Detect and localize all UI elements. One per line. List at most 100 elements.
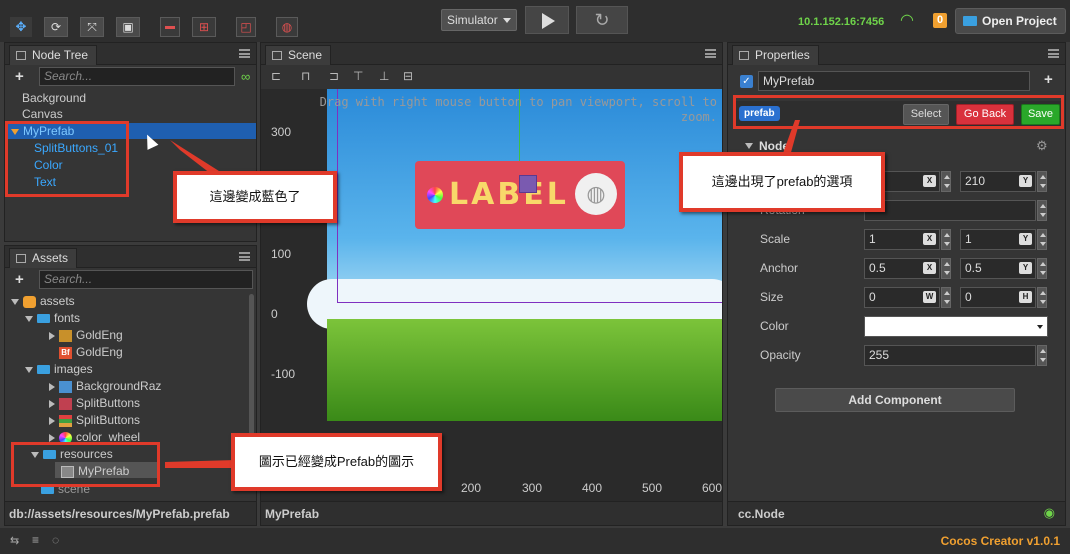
align-bottom-icon[interactable]: ⊟ xyxy=(403,69,413,83)
rect-tool-icon[interactable]: ▣ xyxy=(116,17,140,37)
eye-icon[interactable]: ◉ xyxy=(1044,505,1055,521)
align-toolbar: ⊏ ⊓ ⊐ ⊤ ⊥ ⊟ xyxy=(261,65,722,89)
expand-arrow-icon[interactable] xyxy=(11,298,19,305)
local-global-icon[interactable]: ▬ xyxy=(160,17,180,37)
node-search-input[interactable]: Search... xyxy=(39,67,235,86)
version-label: Cocos Creator v1.0.1 xyxy=(940,534,1060,548)
axis-x-label: X xyxy=(923,233,936,245)
x-tick-600: 600 xyxy=(702,481,722,495)
scene-icon xyxy=(272,51,282,60)
scale-tool-icon[interactable]: ⤧ xyxy=(80,17,104,37)
expand-arrow-icon[interactable] xyxy=(25,366,33,373)
node-name-input[interactable]: MyPrefab xyxy=(758,71,1030,91)
align-right-icon[interactable]: ⊐ xyxy=(329,69,339,83)
position-y-stepper[interactable] xyxy=(1037,171,1047,192)
chevron-down-icon xyxy=(503,18,511,23)
asset-item-splitbuttons-1[interactable]: SplitButtons xyxy=(49,396,140,410)
eye-off-icon[interactable]: ◌ xyxy=(52,533,59,547)
expand-arrow-icon[interactable] xyxy=(49,331,55,340)
wifi-icon: ◠ xyxy=(900,12,914,29)
ip-address: 10.1.152.16:7456 xyxy=(798,16,885,28)
anchor-handle[interactable] xyxy=(519,175,537,193)
scale-x-stepper[interactable] xyxy=(941,229,951,250)
size-row: Size 0 W 0 H xyxy=(728,287,1058,309)
asset-path: db://assets/resources/MyPrefab.prefab xyxy=(9,507,230,521)
align-left-icon[interactable]: ⊏ xyxy=(271,69,281,83)
expand-arrow-icon[interactable] xyxy=(49,433,55,442)
asset-item-assets[interactable]: assets xyxy=(11,294,75,308)
tab-properties[interactable]: Properties xyxy=(732,45,819,65)
add-icon[interactable]: + xyxy=(1044,71,1053,88)
asset-search-input[interactable]: Search... xyxy=(39,270,253,289)
expand-arrow-icon[interactable] xyxy=(25,315,33,322)
menu-icon[interactable] xyxy=(1048,49,1059,58)
asset-item-splitbuttons-2[interactable]: SplitButtons xyxy=(49,413,140,427)
play-button[interactable] xyxy=(525,6,569,34)
database-icon[interactable]: ≡ xyxy=(32,533,39,547)
menu-icon[interactable] xyxy=(239,49,250,58)
y-tick-100: 100 xyxy=(271,247,292,261)
rotation-input[interactable] xyxy=(864,200,1036,221)
asset-item-backgroundraz[interactable]: BackgroundRaz xyxy=(49,379,161,393)
align-middle-icon[interactable]: ⊥ xyxy=(379,69,389,83)
asset-item-images[interactable]: images xyxy=(25,362,93,376)
scale-row: Scale 1 X 1 Y xyxy=(728,229,1058,251)
panel-header: Properties xyxy=(728,43,1065,65)
expand-arrow-icon[interactable] xyxy=(49,382,55,391)
folder-icon xyxy=(37,365,50,375)
asset-item-goldeng-2[interactable]: Bf GoldEng xyxy=(59,345,123,359)
collapse-arrow-icon[interactable] xyxy=(745,143,753,149)
open-project-button[interactable]: Open Project xyxy=(955,8,1066,34)
opacity-input[interactable]: 255 xyxy=(864,345,1036,366)
opacity-stepper[interactable] xyxy=(1037,345,1047,366)
node-active-checkbox[interactable]: ✓ xyxy=(740,75,753,88)
expand-arrow-icon[interactable] xyxy=(49,399,55,408)
assets-root-icon xyxy=(23,295,36,308)
link-icon[interactable]: ∞ xyxy=(241,69,250,84)
add-asset-icon[interactable]: + xyxy=(15,271,24,288)
add-node-icon[interactable]: + xyxy=(15,68,24,85)
assets-icon xyxy=(16,254,26,263)
expand-arrow-icon[interactable] xyxy=(49,416,55,425)
size-width-stepper[interactable] xyxy=(941,287,951,308)
notification-badge[interactable]: 0 xyxy=(933,13,947,28)
align-top-icon[interactable]: ⊤ xyxy=(353,69,363,83)
sync-icon[interactable]: ⇆ xyxy=(10,534,19,547)
asset-item-fonts[interactable]: fonts xyxy=(25,311,80,325)
refresh-button[interactable]: ↻ xyxy=(576,6,628,34)
assets-scrollbar[interactable] xyxy=(249,294,254,444)
gear-icon[interactable]: ⚙ xyxy=(1036,138,1048,154)
gizmo-icon[interactable]: ◰ xyxy=(236,17,256,37)
color-picker[interactable] xyxy=(864,316,1048,337)
prefab-label-node[interactable]: LABEL ◍ xyxy=(415,161,625,229)
callout-prefab-icon: 圖示已經變成Prefab的圖示 xyxy=(231,433,442,491)
align-center-icon[interactable]: ⊓ xyxy=(301,69,310,83)
anchor-x-stepper[interactable] xyxy=(941,258,951,279)
scale-y-stepper[interactable] xyxy=(1037,229,1047,250)
tree-item-background[interactable]: Background xyxy=(22,91,86,105)
rotation-stepper[interactable] xyxy=(1037,200,1047,221)
font-file-icon: Bf xyxy=(59,346,72,359)
menu-icon[interactable] xyxy=(239,252,250,261)
tab-node-tree[interactable]: Node Tree xyxy=(9,45,98,65)
move-tool-icon[interactable]: ✥ xyxy=(10,17,32,37)
asset-item-goldeng-1[interactable]: GoldEng xyxy=(49,328,123,342)
add-component-button[interactable]: Add Component xyxy=(775,388,1015,412)
size-label: Size xyxy=(760,290,784,304)
menu-icon[interactable] xyxy=(705,49,716,58)
x-tick-500: 500 xyxy=(642,481,663,495)
position-x-stepper[interactable] xyxy=(941,171,951,192)
rotate-tool-icon[interactable]: ⟳ xyxy=(44,17,68,37)
image-icon xyxy=(59,380,72,393)
simulator-select[interactable]: Simulator xyxy=(441,9,517,31)
size-height-stepper[interactable] xyxy=(1037,287,1047,308)
tree-item-canvas[interactable]: Canvas xyxy=(22,107,63,121)
tab-scene[interactable]: Scene xyxy=(265,45,332,65)
globe-icon[interactable]: ◍ xyxy=(276,17,298,37)
properties-icon xyxy=(739,51,749,60)
pivot-icon[interactable]: ⊞ xyxy=(192,17,216,37)
node-search-row: + Search... ∞ xyxy=(5,65,256,89)
asset-label: GoldEng xyxy=(76,328,123,342)
tab-assets[interactable]: Assets xyxy=(9,248,78,268)
anchor-y-stepper[interactable] xyxy=(1037,258,1047,279)
